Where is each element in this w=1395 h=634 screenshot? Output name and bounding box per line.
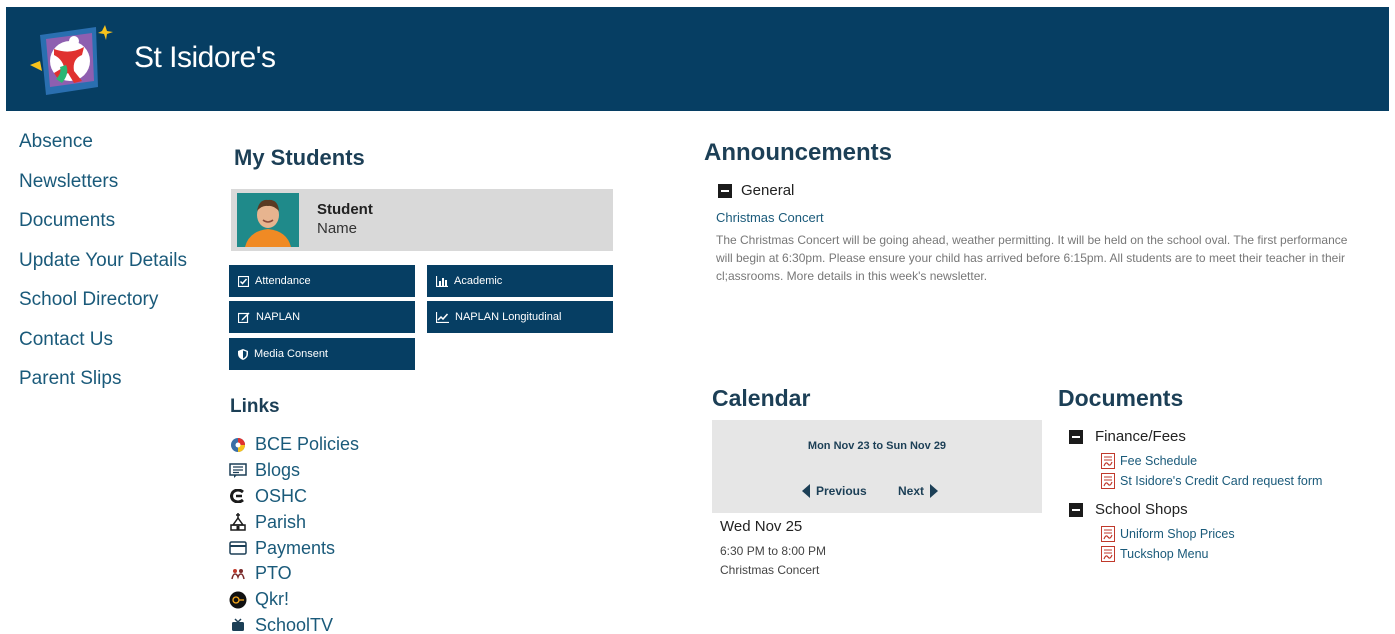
links-list: BCE Policies Blogs OSHC Parish Payments … [229,432,359,634]
link-label: OSHC [255,485,308,506]
document-link-uniform-shop-prices[interactable]: Uniform Shop Prices [1101,526,1235,542]
naplan-longitudinal-button[interactable]: NAPLAN Longitudinal [427,301,613,333]
caret-right-icon [930,484,939,498]
document-link-label: Uniform Shop Prices [1120,527,1235,541]
collapse-icon[interactable] [1069,429,1083,444]
link-oshc[interactable]: OSHC [229,484,359,510]
calendar-event-date: Wed Nov 25 [720,518,803,535]
school-logo[interactable] [26,25,116,97]
link-label: SchoolTV [255,614,334,634]
announcement-category-label: General [741,182,795,199]
document-link-label: Fee Schedule [1120,454,1198,468]
calendar-previous-button[interactable]: Previous [802,484,867,498]
shield-icon [238,348,248,360]
nav-item-school-directory[interactable]: School Directory [19,286,219,326]
calendar-next-button[interactable]: Next [898,484,939,498]
church-icon [229,513,247,532]
document-group-label: School Shops [1095,501,1188,518]
blog-icon [229,462,247,480]
link-label: BCE Policies [255,434,360,455]
link-qkr[interactable]: Qkr! [229,587,359,613]
academic-label: Academic [454,275,503,287]
link-label: Parish [255,511,307,532]
document-link-credit-card-form[interactable]: St Isidore's Credit Card request form [1101,473,1322,489]
credit-card-icon [229,539,247,557]
school-name: St Isidore's [134,41,276,74]
documents-heading: Documents [1058,385,1184,411]
link-schooltv[interactable]: SchoolTV [229,613,359,634]
pdf-icon [1101,546,1115,562]
calendar-week-navigator: Mon Nov 23 to Sun Nov 29 Previous Next [712,420,1042,513]
link-label: Payments [255,537,336,558]
checkbox-icon [238,275,249,287]
link-label: PTO [255,563,292,584]
site-header: St Isidore's [6,7,1389,111]
pto-icon [229,565,247,583]
bar-chart-icon [436,275,448,287]
my-students-heading: My Students [234,145,365,170]
nav-item-documents[interactable]: Documents [19,207,219,247]
announcements-heading: Announcements [704,139,893,166]
nav-item-absence[interactable]: Absence [19,128,219,168]
attendance-button[interactable]: Attendance [229,265,415,297]
nav-item-contact-us[interactable]: Contact Us [19,326,219,366]
media-consent-label: Media Consent [254,348,328,360]
calendar-date-range: Mon Nov 23 to Sun Nov 29 [807,440,947,452]
bce-icon [229,436,247,454]
pdf-icon [1101,453,1115,469]
pdf-icon [1101,473,1115,489]
document-group-finance-fees: Finance/Fees [1069,428,1186,445]
nav-item-parent-slips[interactable]: Parent Slips [19,365,219,405]
edit-icon [238,312,250,323]
naplan-label: NAPLAN [256,311,301,323]
calendar-next-label: Next [898,484,925,498]
link-label: Blogs [255,460,301,481]
document-link-label: Tuckshop Menu [1120,547,1209,561]
announcement-category: General [718,182,794,199]
calendar-previous-label: Previous [816,484,867,498]
academic-button[interactable]: Academic [427,265,613,297]
side-nav: Absence Newsletters Documents Update You… [19,128,219,405]
link-pto[interactable]: PTO [229,561,359,587]
link-payments[interactable]: Payments [229,535,359,561]
oshc-icon [229,487,247,505]
link-parish[interactable]: Parish [229,509,359,535]
collapse-icon[interactable] [1069,502,1083,517]
document-group-label: Finance/Fees [1095,428,1186,445]
student-second-line: Name [317,220,358,237]
attendance-label: Attendance [255,275,311,287]
collapse-icon[interactable] [718,183,732,198]
document-link-label: St Isidore's Credit Card request form [1120,474,1323,488]
announcement-body: The Christmas Concert will be going ahea… [716,233,1348,283]
caret-left-icon [802,484,810,498]
calendar-heading: Calendar [712,385,811,411]
nav-item-update-your-details[interactable]: Update Your Details [19,247,219,287]
calendar-event-title[interactable]: Christmas Concert [720,563,819,577]
nav-item-newsletters[interactable]: Newsletters [19,168,219,208]
links-heading: Links [230,396,280,417]
document-group-school-shops: School Shops [1069,501,1188,518]
qkr-icon [229,591,247,609]
link-bce-policies[interactable]: BCE Policies [229,432,359,458]
student-card[interactable]: Student Name [231,189,613,251]
line-chart-icon [436,311,449,323]
naplan-button[interactable]: NAPLAN [229,301,415,333]
student-avatar [237,193,299,247]
media-consent-button[interactable]: Media Consent [229,338,415,370]
naplan-longitudinal-label: NAPLAN Longitudinal [455,311,562,323]
schooltv-icon [229,616,247,634]
announcement-title-link[interactable]: Christmas Concert [716,210,824,225]
document-link-tuckshop-menu[interactable]: Tuckshop Menu [1101,546,1208,562]
link-blogs[interactable]: Blogs [229,458,359,484]
calendar-event-time: 6:30 PM to 8:00 PM [720,544,827,558]
pdf-icon [1101,526,1115,542]
document-link-fee-schedule[interactable]: Fee Schedule [1101,453,1197,469]
student-first-line: Student [317,201,373,218]
link-label: Qkr! [255,589,289,610]
